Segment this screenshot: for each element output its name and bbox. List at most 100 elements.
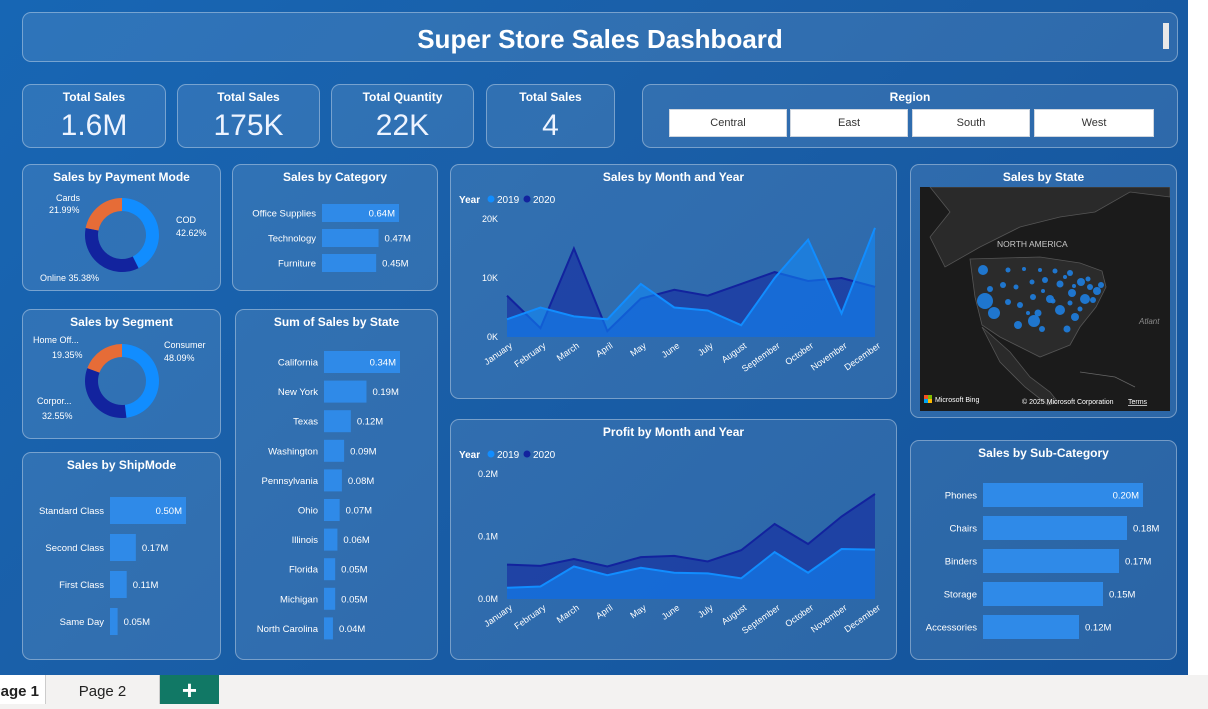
x-tick: April [594,340,614,359]
region-option-central[interactable]: Central [669,109,787,137]
map-bubble [1056,280,1064,288]
kpi-value: 1.6M [60,109,128,142]
bar-value: 0.47M [385,234,411,245]
shipmode-chart[interactable]: Sales by ShipMode Standard Class 0.50M Sec… [22,452,221,660]
map-bubble [1052,268,1058,274]
bar-value: 0.05M [341,594,367,605]
map-bubble [988,307,1000,319]
map-bubble [1039,326,1045,332]
map-bubble [1071,313,1079,321]
map-bubble [1028,315,1040,327]
label-cod: COD [176,215,197,225]
map-bubble [1013,284,1019,290]
legend-label: 2020 [533,450,556,461]
page-title: Super Store Sales Dashboard [417,24,783,54]
label-corporate-pct: 32.55% [42,411,73,421]
donut-slice-corporate [84,368,127,418]
map-bubble [1098,282,1104,288]
x-tick: February [512,340,548,369]
page-tabs: Page 1 Page 2 + [0,675,1208,705]
tab-page-2[interactable]: Page 2 [46,675,160,704]
kpi-total-quantity[interactable]: Total Quantity 22K [331,84,474,148]
map-bubble [1030,294,1036,300]
bar-value: 0.12M [1085,623,1111,634]
region-option-west[interactable]: West [1034,109,1154,137]
bar-label: Storage [944,590,977,601]
map-bubble [1041,289,1045,293]
bar [983,516,1127,540]
map-bubble [1026,311,1030,315]
kpi-label: Total Sales [62,90,126,104]
category-chart[interactable]: Sales by Category Office Supplies 0.64M Te… [232,164,438,291]
map-bubble [978,265,988,275]
bar-label: Illinois [292,535,319,546]
kpi-total-sales-3[interactable]: Total Sales 4 [486,84,615,148]
bar-value: 0.18M [1133,524,1159,535]
bar [324,558,336,581]
bar-label: Michigan [280,594,318,605]
x-tick: June [660,340,682,359]
payment-mode-chart[interactable]: Sales by Payment Mode Cards 21.99% COD 4… [22,164,221,291]
sales-month-chart[interactable]: Sales by Month and Year Year 2019 2020 0K 10… [450,164,897,399]
bar-value: 0.12M [357,417,383,428]
bar [983,582,1103,606]
bar-label: Phones [945,491,977,502]
y-tick: 10K [482,273,498,283]
bar-label: First Class [59,580,104,591]
tab-page-1[interactable]: Page 1 [0,675,46,704]
legend-title: Year [459,450,480,461]
region-option-east[interactable]: East [790,109,908,137]
map-bubble [1000,282,1006,288]
donut-slice-cod [122,198,159,269]
bar [324,617,333,640]
bar-label: Washington [268,446,318,457]
subcategory-bars-svg: Phones 0.20M Chairs 0.18M Binders 0.17M Storag… [926,483,1159,639]
kpi-total-sales-2[interactable]: Total Sales 175K [177,84,320,148]
bar-label: Pennsylvania [261,476,318,487]
kpi-total-sales[interactable]: Total Sales 1.6M [22,84,166,148]
bar [324,380,367,403]
right-scroll-area [1188,0,1208,675]
map-continent-label: NORTH AMERICA [997,239,1068,249]
add-page-button[interactable]: + [160,675,219,705]
bing-logo [924,399,928,403]
x-tick: August [720,602,749,627]
y-tick: 20K [482,214,498,224]
map-bubble [1017,302,1023,308]
subcategory-chart[interactable]: Sales by Sub-Category Phones 0.20M Chairs 0… [910,440,1177,660]
map-bubble [1077,278,1085,286]
profit-month-chart[interactable]: Profit by Month and Year Year 2019 2020 0.0… [450,419,897,660]
x-tick: December [842,602,882,634]
label-consumer: Consumer [164,340,206,350]
bar-label: Standard Class [39,506,104,517]
map-bubble [977,293,993,309]
region-slicer-title: Region [889,90,931,104]
donut-slice-online [85,228,139,272]
kpi-label: Total Quantity [362,90,443,104]
x-tick: May [628,602,648,620]
sales-state-map[interactable]: Sales by State NORTH AMERICA Atlant Micr… [910,164,1177,418]
region-option-south[interactable]: South [912,109,1030,137]
legend-label: 2019 [497,450,520,461]
map-bubble [1077,306,1083,312]
x-tick: August [720,340,749,365]
state-sales-chart[interactable]: Sum of Sales by State California 0.34M New… [235,309,438,660]
map-svg: NORTH AMERICA Atlant Microsoft Bing © 20… [920,187,1170,411]
map-bubble [1068,289,1076,297]
map-bubble [1063,275,1067,279]
scroll-handle[interactable] [1163,23,1169,49]
bar-value: 0.64M [369,209,395,220]
bar [324,587,336,610]
segment-chart[interactable]: Sales by Segment Home Off... 19.35% Cons… [22,309,221,439]
bar-value: 0.11M [133,580,159,591]
kpi-label: Total Sales [217,90,280,104]
bar-value: 0.17M [142,543,168,554]
label-cod-pct: 42.62% [176,228,207,238]
map-bubble [1090,297,1096,303]
shipmode-bars-svg: Standard Class 0.50M Second Class 0.17M Firs… [39,497,186,635]
label-consumer-pct: 48.09% [164,353,195,363]
bar-label: Technology [268,234,316,245]
map-terms-link[interactable]: Terms [1128,399,1148,406]
sales-area-svg: Year 2019 2020 0K 10K 20K JanuaryFebruary March… [459,195,882,374]
legend-dot [523,450,531,458]
